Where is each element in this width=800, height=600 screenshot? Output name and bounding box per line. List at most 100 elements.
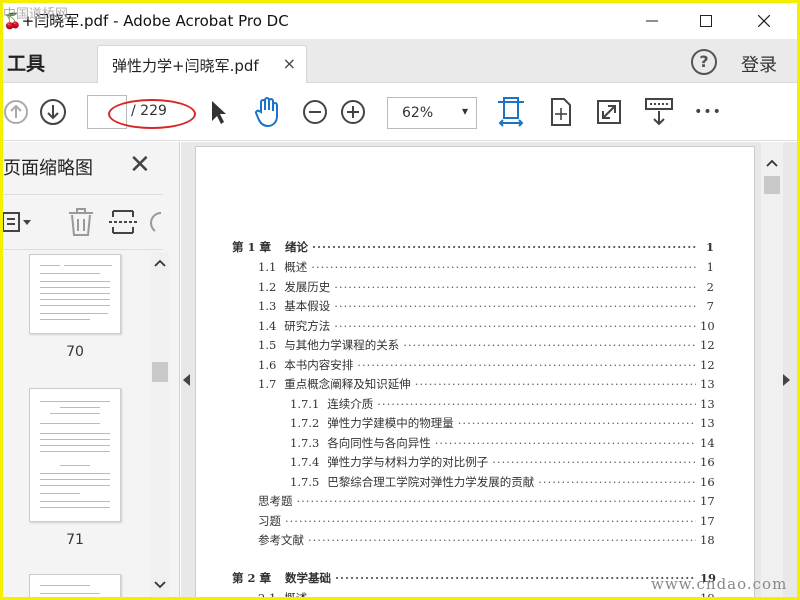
- extract-page-button[interactable]: [109, 207, 137, 241]
- toc-leader-dots: ········································…: [492, 455, 696, 469]
- delete-page-button[interactable]: [67, 207, 95, 241]
- chevron-up-icon: [766, 159, 778, 167]
- collapse-right-icon[interactable]: [783, 374, 791, 386]
- toc-entry[interactable]: 参考文献 ····································…: [258, 532, 715, 550]
- extract-pages-icon: [109, 210, 137, 234]
- toc-entry-title: 弹性力学建模中的物理量: [327, 416, 454, 430]
- toc-leader-dots: ········································…: [308, 533, 696, 547]
- page-thumbnail[interactable]: [29, 388, 121, 522]
- toc-entry[interactable]: 1.7.4 弹性力学与材料力学的对比例子 ·····················…: [290, 454, 715, 472]
- toc-entry[interactable]: 1.7.3 各向同性与各向异性 ··························…: [290, 435, 715, 453]
- zoom-out-button[interactable]: [301, 95, 329, 129]
- hand-tool-button[interactable]: [251, 95, 283, 129]
- toc-entry-title: 概述: [284, 590, 307, 598]
- prev-page-button[interactable]: [3, 95, 29, 129]
- toc-entry-number: 1.6: [258, 357, 277, 372]
- toc-entry-number: 1.7.4: [290, 455, 320, 469]
- toc-entry[interactable]: 1.7.2 弹性力学建模中的物理量 ························…: [290, 415, 715, 433]
- toc-entry-title: 发展历史: [284, 279, 331, 294]
- thumbnail-page-number: 71: [66, 532, 84, 548]
- toc-entry-number: 第 2 章: [232, 570, 272, 585]
- toc-entry-title: 数学基础: [285, 570, 332, 585]
- toc-entry[interactable]: 1.2 发展历史 ·································…: [258, 279, 714, 297]
- toolbar: / 229 62% ▾ •••: [3, 83, 797, 141]
- toc-entry-number: 1.1: [258, 260, 277, 274]
- arrow-down-circle-icon: [40, 99, 66, 125]
- sidebar-toolbar: [3, 194, 163, 250]
- toc-entry[interactable]: 1.7.1 连续介质 ·······························…: [290, 396, 715, 414]
- toc-leader-dots: ········································…: [296, 494, 697, 508]
- zoom-in-button[interactable]: [339, 95, 367, 129]
- toc-entry-page: 13: [700, 396, 715, 411]
- help-button[interactable]: ?: [691, 49, 717, 75]
- toc-entry[interactable]: 1.3 基本假设 ·································…: [258, 298, 714, 316]
- toc-entry-page: 1: [706, 260, 714, 274]
- toc-entry[interactable]: 习题 ······································…: [258, 513, 715, 531]
- toc-leader-dots: ········································…: [538, 474, 696, 489]
- select-tool-button[interactable]: [207, 95, 231, 129]
- toc-leader-dots: ········································…: [312, 240, 696, 254]
- maximize-button[interactable]: [683, 3, 729, 39]
- thumbnails-sidebar: 页面缩略图 ✕ 70 71: [3, 142, 180, 597]
- maximize-icon: [700, 15, 712, 27]
- toc-leader-dots: ········································…: [414, 377, 696, 391]
- toc-entry[interactable]: 1.6 本书内容安排 ·······························…: [258, 357, 715, 375]
- document-viewport: 第 1 章绪论 ·································…: [181, 142, 797, 597]
- tab-document[interactable]: 弹性力学+闫晓军.pdf ×: [97, 45, 307, 83]
- plus-circle-icon: [341, 100, 365, 124]
- toc-entry[interactable]: 2.1 概述 ···································…: [258, 590, 715, 598]
- sidebar-scroll-thumb[interactable]: [152, 362, 168, 382]
- sidebar-title: 页面缩略图: [3, 158, 93, 179]
- toc-entry[interactable]: 1.4 研究方法 ·································…: [258, 318, 715, 336]
- toc-leader-dots: ········································…: [285, 513, 696, 528]
- next-page-button[interactable]: [39, 95, 67, 129]
- chevron-down-icon: ▾: [461, 104, 468, 118]
- page-thumbnail[interactable]: [29, 254, 121, 334]
- cursor-arrow-icon: [212, 101, 226, 124]
- tab-document-label: 弹性力学+闫晓军.pdf: [112, 57, 259, 75]
- toc-entry[interactable]: 1.5 与其他力学课程的关系 ···························…: [258, 337, 715, 355]
- toc-leader-dots: ········································…: [403, 338, 696, 352]
- toc-entry-number: 1.7: [258, 377, 277, 391]
- toc-entry-number: 1.7.1: [290, 396, 320, 411]
- document-scrollbar[interactable]: [761, 142, 783, 597]
- thumbnail-options-button[interactable]: [3, 209, 37, 239]
- toc-entry[interactable]: 1.7 重点概念阐释及知识延伸 ··························…: [258, 376, 715, 394]
- close-window-button[interactable]: [741, 3, 787, 39]
- zoom-dropdown[interactable]: 62% ▾: [387, 97, 477, 129]
- toc-entry-title: 概述: [284, 260, 308, 274]
- read-mode-button[interactable]: [643, 95, 675, 129]
- minimize-button[interactable]: [629, 3, 675, 39]
- toc-entry[interactable]: 第 2 章数学基础 ·······························…: [232, 570, 716, 588]
- toc-entry-title: 绪论: [285, 240, 309, 254]
- close-icon: [758, 15, 770, 27]
- toc-entry-title: 习题: [258, 513, 281, 528]
- minimize-icon: [646, 20, 658, 22]
- toc-entry-page: 1: [705, 240, 714, 254]
- page-thumbnail[interactable]: [29, 574, 121, 597]
- tab-tools[interactable]: 工具: [3, 39, 49, 83]
- arrow-up-circle-icon: [4, 100, 28, 124]
- full-screen-button[interactable]: [595, 95, 623, 129]
- document-scroll-thumb[interactable]: [764, 176, 780, 194]
- sidebar-scrollbar[interactable]: [151, 252, 169, 597]
- fit-width-button[interactable]: [497, 95, 525, 129]
- toc-entry[interactable]: 1.1 概述 ···································…: [258, 259, 714, 277]
- collapse-left-icon[interactable]: [183, 374, 191, 386]
- rotate-view-button[interactable]: [547, 95, 575, 129]
- tab-close-button[interactable]: ×: [283, 54, 296, 73]
- login-button[interactable]: 登录: [741, 51, 777, 77]
- toc-entry-page: 2: [706, 279, 714, 294]
- rotate-page-button[interactable]: [149, 209, 163, 239]
- site-watermark: www.cndao.com: [651, 575, 788, 593]
- toc-leader-dots: ········································…: [377, 396, 696, 411]
- toc-entry[interactable]: 1.7.5 巴黎综合理工学院对弹性力学发展的贡献 ·················…: [290, 474, 715, 492]
- toc-entry[interactable]: 思考题 ·····································…: [258, 493, 715, 511]
- toc-entry-title: 基本假设: [284, 299, 331, 313]
- toc-entry-page: 17: [700, 513, 715, 528]
- sidebar-close-button[interactable]: ✕: [129, 150, 151, 180]
- more-tools-button[interactable]: •••: [693, 95, 723, 129]
- toc-entry[interactable]: 第 1 章绪论 ·································…: [232, 239, 714, 257]
- toc-entry-title: 思考题: [258, 494, 293, 508]
- toc-entry-page: 14: [700, 435, 715, 450]
